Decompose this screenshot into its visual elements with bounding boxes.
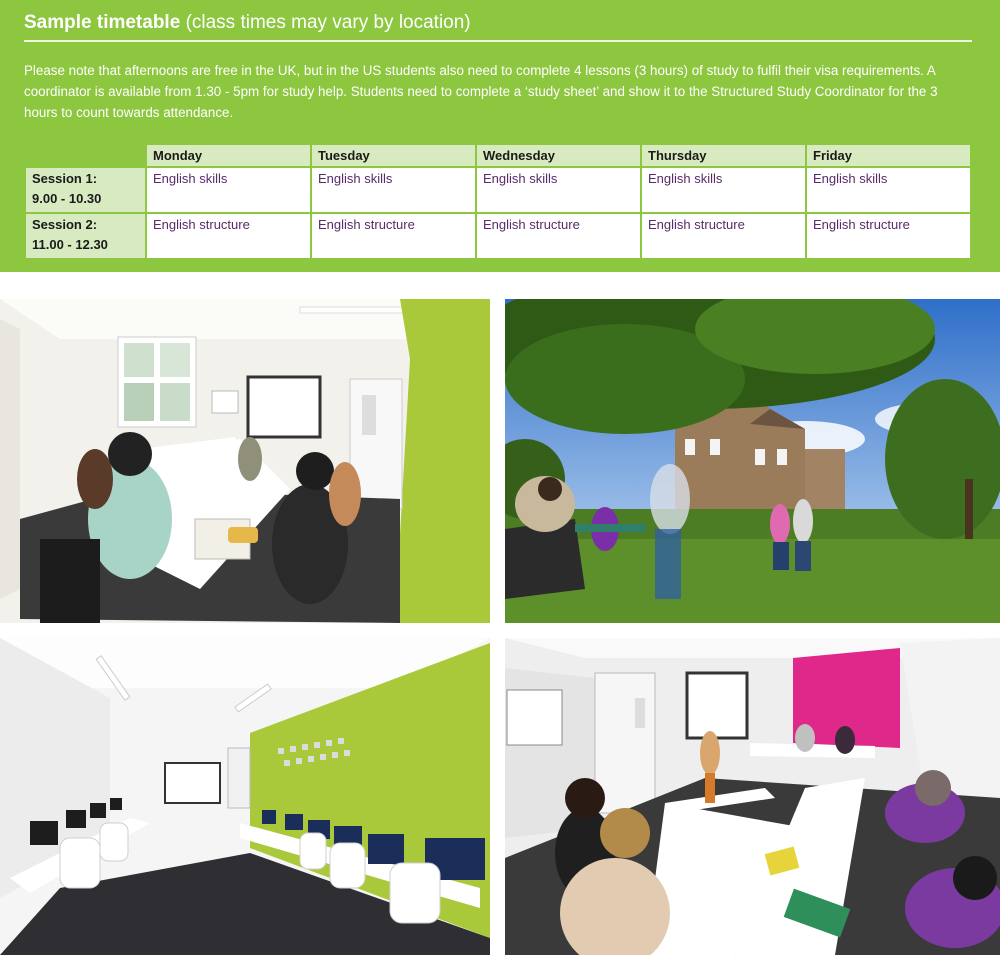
session-cell: English skills	[312, 168, 475, 212]
session-name: Session 2:	[32, 217, 98, 232]
computer-lab-illustration	[0, 638, 490, 955]
session-cell: English skills	[147, 168, 310, 212]
header-friday: Friday	[807, 145, 970, 166]
photo-computer-lab	[0, 638, 490, 955]
session-label: Session 2: 11.00 - 12.30	[26, 214, 145, 258]
timetable-panel: Sample timetable (class times may vary b…	[0, 0, 1000, 272]
header-wednesday: Wednesday	[477, 145, 640, 166]
title-divider	[24, 40, 972, 42]
timetable-header-row: Monday Tuesday Wednesday Thursday Friday	[26, 145, 970, 166]
garden-illustration	[505, 299, 1000, 623]
session-name: Session 1:	[32, 171, 98, 186]
panel-title-subtitle: (class times may vary by location)	[185, 12, 471, 33]
session-cell: English structure	[312, 214, 475, 258]
session-cell: English skills	[642, 168, 805, 212]
timetable-note: Please note that afternoons are free in …	[24, 63, 938, 120]
photo-classroom-green-wall	[0, 299, 490, 623]
table-row: Session 2: 11.00 - 12.30 English structu…	[26, 214, 970, 258]
session-cell: English structure	[147, 214, 310, 258]
header-tuesday: Tuesday	[312, 145, 475, 166]
photo-classroom-pink-wall	[505, 638, 1000, 955]
table-row: Session 1: 9.00 - 10.30 English skills E…	[26, 168, 970, 212]
panel-title-main: Sample timetable	[24, 12, 181, 33]
header-monday: Monday	[147, 145, 310, 166]
session-label: Session 1: 9.00 - 10.30	[26, 168, 145, 212]
panel-title: Sample timetable (class times may vary b…	[24, 12, 471, 34]
session-time: 11.00 - 12.30	[32, 237, 108, 252]
session-cell: English structure	[642, 214, 805, 258]
session-cell: English structure	[807, 214, 970, 258]
classroom-pink-illustration	[505, 638, 1000, 955]
session-cell: English skills	[477, 168, 640, 212]
photo-garden-students	[505, 299, 1000, 623]
session-time: 9.00 - 10.30	[32, 191, 102, 206]
classroom-illustration	[0, 299, 490, 623]
session-cell: English skills	[807, 168, 970, 212]
session-cell: English structure	[477, 214, 640, 258]
header-thursday: Thursday	[642, 145, 805, 166]
timetable-table: Monday Tuesday Wednesday Thursday Friday…	[24, 143, 972, 260]
header-corner	[26, 145, 145, 166]
